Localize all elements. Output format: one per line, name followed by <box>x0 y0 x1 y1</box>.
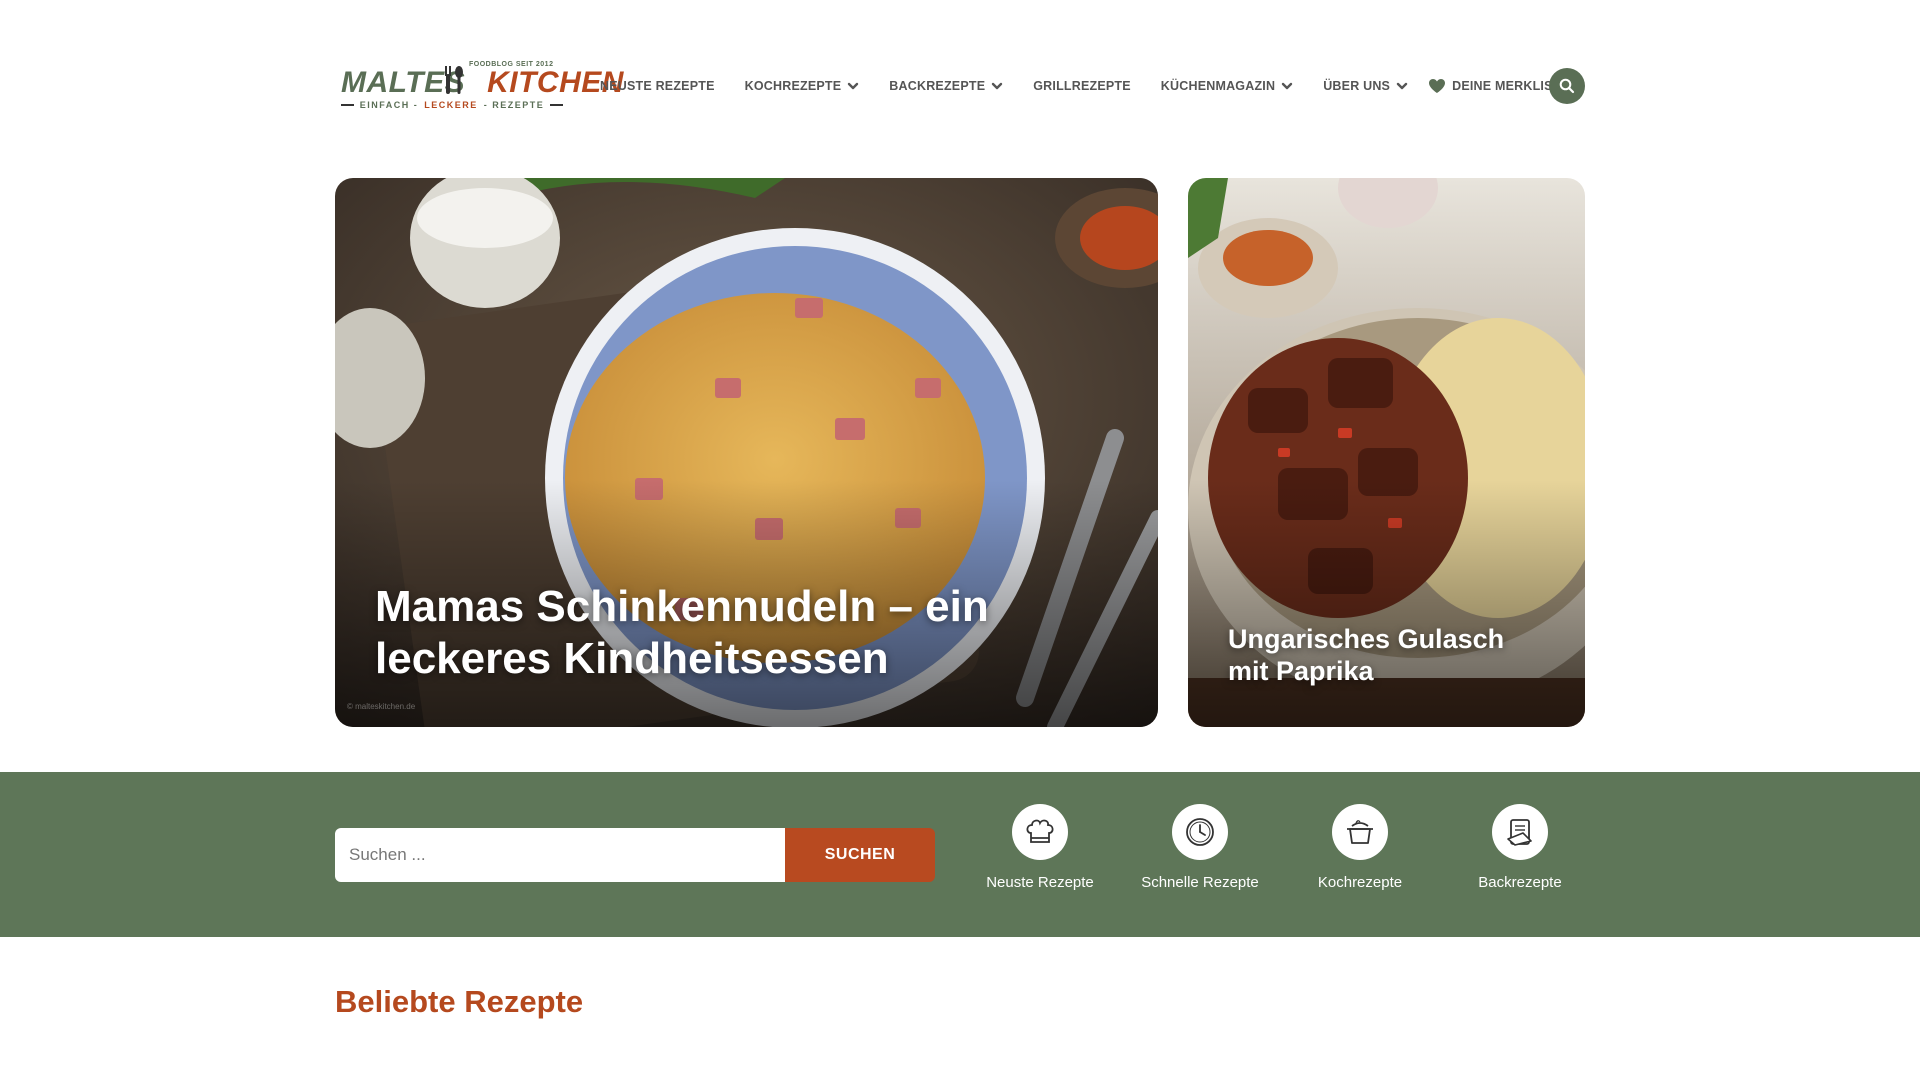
category-icon-circle <box>1012 804 1068 860</box>
category-neuste-rezepte[interactable]: Neuste Rezepte <box>960 804 1120 891</box>
main-navigation: NEUSTE REZEPTE KOCHREZEPTE BACKREZEPTE G… <box>600 76 1569 96</box>
featured-recipe-main[interactable]: Mamas Schinkennudeln – ein leckeres Kind… <box>335 178 1158 727</box>
cooking-pot-icon <box>1347 820 1373 844</box>
chef-hat-icon <box>1026 819 1054 843</box>
chevron-down-icon <box>1396 82 1408 90</box>
logo-tagline-a: EINFACH - <box>359 100 419 110</box>
image-watermark: © malteskitchen.de <box>347 702 416 711</box>
logo-tagline: EINFACH - LECKERE - REZEPTE <box>341 100 563 110</box>
nav-item-wishlist[interactable]: DEINE MERKLISTE <box>1428 78 1569 94</box>
logo-wordmark: MALTES KITCHEN <box>341 66 624 100</box>
nav-item-label: KÜCHENMAGAZIN <box>1160 79 1276 93</box>
recipe-book-icon <box>1507 819 1532 846</box>
nav-item-backrezepte[interactable]: BACKREZEPTE <box>889 79 1003 93</box>
category-backrezepte[interactable]: Backrezepte <box>1440 804 1600 891</box>
nav-item-grillrezepte[interactable]: GRILLREZEPTE <box>1033 79 1131 93</box>
section-title-popular: Beliebte Rezepte <box>335 984 584 1019</box>
nav-item-label: ÜBER UNS <box>1323 79 1391 93</box>
chevron-down-icon <box>992 82 1003 90</box>
logo-line-left <box>341 104 354 106</box>
search-submit-button[interactable]: SUCHEN <box>785 828 935 882</box>
chevron-down-icon <box>1282 82 1293 90</box>
category-label: Schnelle Rezepte <box>1141 874 1259 891</box>
site-header: FOODBLOG SEIT 2012 MALTES KITCHEN EINFACH… <box>0 0 1920 150</box>
category-label: Backrezepte <box>1478 874 1562 891</box>
featured-recipe-side[interactable]: Ungarisches Gulasch mit Paprika <box>1188 178 1585 727</box>
chevron-down-icon <box>848 82 859 90</box>
category-schnelle-rezepte[interactable]: Schnelle Rezepte <box>1120 804 1280 891</box>
clock-icon <box>1186 818 1214 846</box>
header-search-button[interactable] <box>1549 68 1585 104</box>
nav-item-ueber-uns[interactable]: ÜBER UNS <box>1323 79 1408 93</box>
logo-tagline-b: LECKERE <box>424 100 478 110</box>
site-logo[interactable]: FOODBLOG SEIT 2012 MALTES KITCHEN EINFACH… <box>341 58 623 114</box>
nav-item-kochrezepte[interactable]: KOCHREZEPTE <box>745 79 860 93</box>
category-icon-circle <box>1172 804 1228 860</box>
search-icon <box>1559 78 1575 94</box>
featured-recipe-side-title[interactable]: Ungarisches Gulasch mit Paprika <box>1228 623 1548 687</box>
category-kochrezepte[interactable]: Kochrezepte <box>1280 804 1440 891</box>
featured-recipe-main-title[interactable]: Mamas Schinkennudeln – ein leckeres Kind… <box>375 581 1075 685</box>
category-label: Kochrezepte <box>1317 874 1403 891</box>
nav-item-neuste-rezepte[interactable]: NEUSTE REZEPTE <box>600 79 715 93</box>
nav-item-label: BACKREZEPTE <box>889 79 986 93</box>
nav-item-label: NEUSTE REZEPTE <box>600 79 715 93</box>
category-label: Neuste Rezepte <box>986 874 1094 891</box>
nav-item-kuechenmagazin[interactable]: KÜCHENMAGAZIN <box>1161 79 1293 93</box>
logo-line-right <box>550 104 563 106</box>
logo-tagline-c: - REZEPTE <box>483 100 545 110</box>
utensils-icon <box>445 66 463 94</box>
search-input[interactable] <box>335 828 785 882</box>
nav-item-label: KOCHREZEPTE <box>744 79 842 93</box>
nav-item-label: GRILLREZEPTE <box>1033 79 1131 93</box>
category-icon-circle <box>1332 804 1388 860</box>
category-icon-circle <box>1492 804 1548 860</box>
heart-icon <box>1429 79 1446 93</box>
